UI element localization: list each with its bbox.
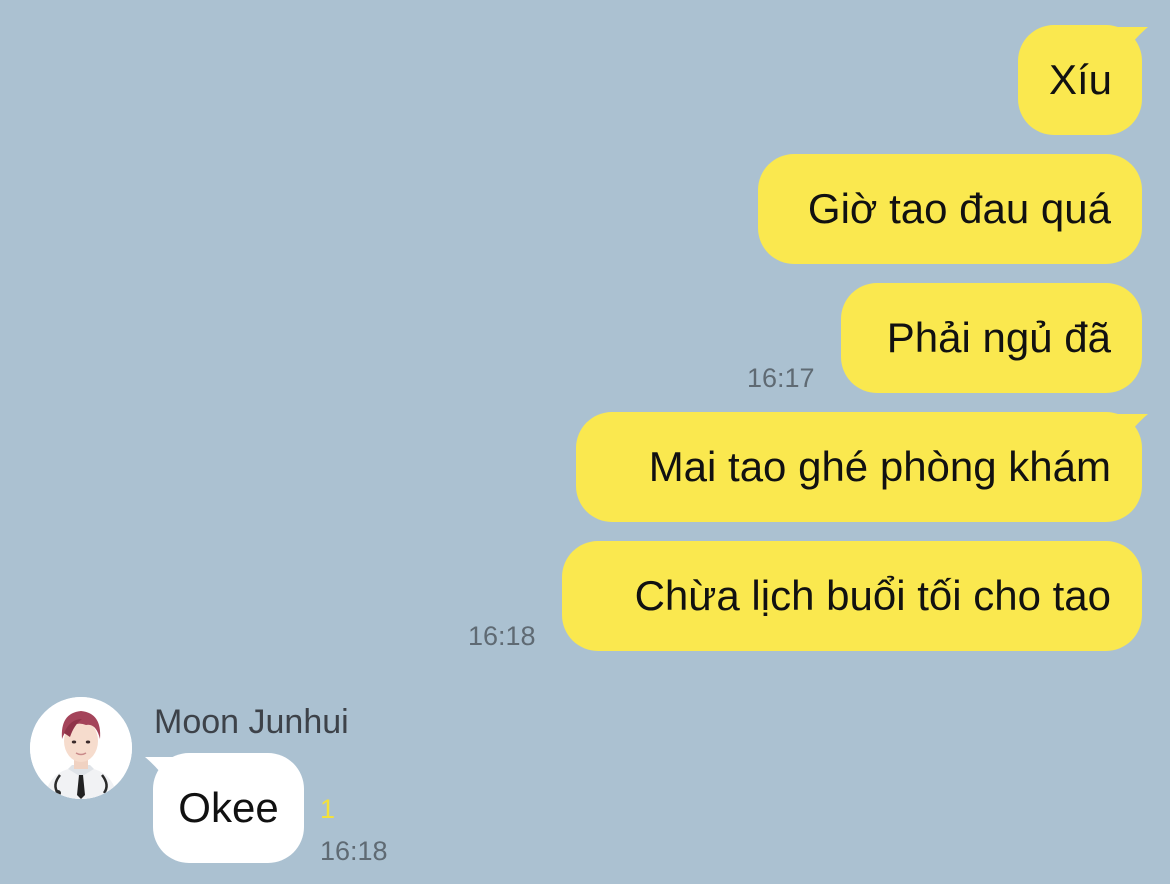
unread-count: 1 — [320, 794, 336, 824]
message-text: Giờ tao đau quá — [807, 185, 1111, 232]
message-timestamp: 16:18 — [320, 836, 388, 866]
sender-name: Moon Junhui — [154, 703, 349, 741]
incoming-message[interactable]: Okee — [153, 753, 304, 863]
outgoing-message[interactable]: Chừa lịch buổi tối cho tao — [562, 541, 1142, 651]
outgoing-message[interactable]: Giờ tao đau quá — [758, 154, 1142, 264]
contact-avatar[interactable] — [30, 697, 132, 799]
message-text: Xíu — [1049, 56, 1113, 103]
message-text: Okee — [178, 784, 279, 831]
person-avatar-icon — [30, 697, 132, 799]
outgoing-message[interactable]: Phải ngủ đã — [841, 283, 1142, 393]
outgoing-message[interactable]: Mai tao ghé phòng khám — [576, 412, 1142, 522]
message-timestamp: 16:17 — [747, 363, 815, 393]
message-text: Chừa lịch buổi tối cho tao — [634, 572, 1111, 619]
message-text: Mai tao ghé phòng khám — [648, 443, 1111, 490]
outgoing-message[interactable]: Xíu — [1018, 25, 1142, 135]
message-text: Phải ngủ đã — [886, 314, 1111, 361]
message-timestamp: 16:18 — [468, 621, 536, 651]
